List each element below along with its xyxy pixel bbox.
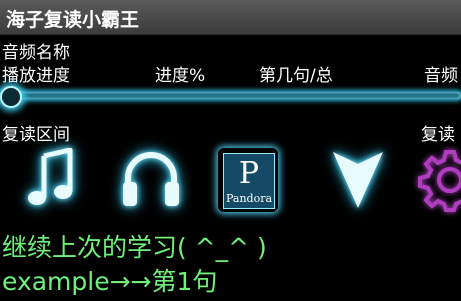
gear-icon[interactable]: [418, 148, 461, 212]
app-title: 海子复读小霸王: [6, 9, 140, 31]
audio-label: 音频: [424, 66, 458, 86]
progress-track: [0, 92, 461, 99]
track-name-label: 音频名称: [2, 43, 70, 63]
repeat-label: 复读: [421, 125, 455, 145]
progress-percent-label: 进度%: [155, 66, 206, 86]
progress-thumb[interactable]: [0, 86, 22, 108]
headphones-icon[interactable]: [120, 148, 182, 212]
pandora-text: Pandora: [225, 192, 273, 205]
title-bar: 海子复读小霸王: [0, 0, 461, 35]
pandora-icon[interactable]: P Pandora: [218, 148, 278, 212]
music-note-icon[interactable]: [26, 148, 78, 212]
progress-seekbar[interactable]: [0, 86, 461, 108]
sentence-count-label: 第几句/总: [259, 66, 333, 86]
pandora-logo: P Pandora: [218, 148, 278, 212]
pandora-letter: P: [238, 156, 260, 191]
continue-learning-button[interactable]: 继续上次的学习( ^_^ ): [2, 228, 267, 264]
example-sentence-text[interactable]: example→→第1句: [2, 262, 217, 298]
down-arrow-icon[interactable]: [330, 148, 386, 212]
repeat-range-label: 复读区间: [2, 125, 70, 145]
playback-progress-label: 播放进度: [2, 66, 70, 86]
